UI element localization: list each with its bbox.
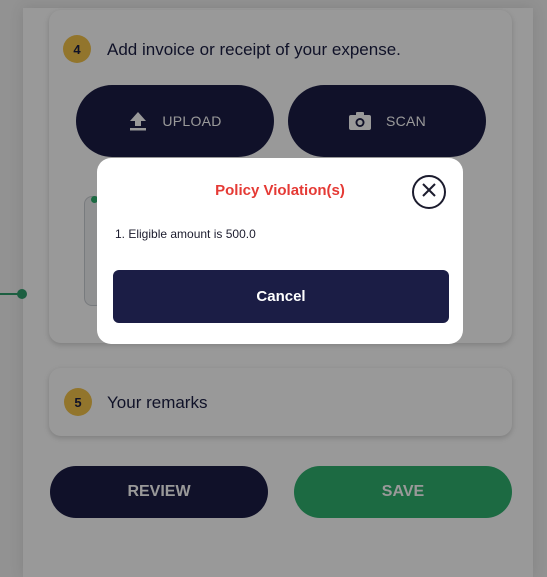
cancel-button[interactable]: Cancel bbox=[113, 270, 449, 323]
dialog-title: Policy Violation(s) bbox=[215, 182, 345, 199]
violation-message: 1. Eligible amount is 500.0 bbox=[115, 227, 256, 241]
close-button[interactable] bbox=[412, 175, 446, 209]
close-icon bbox=[421, 182, 437, 203]
policy-violation-dialog: Policy Violation(s) 1. Eligible amount i… bbox=[97, 158, 463, 344]
